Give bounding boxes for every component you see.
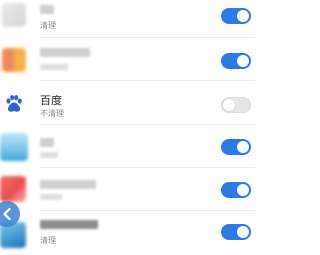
app-status-masked <box>40 194 62 200</box>
app-icon <box>2 48 26 72</box>
app-row: 清理 <box>0 0 255 38</box>
clean-toggle[interactable] <box>221 53 251 69</box>
clean-toggle[interactable] <box>221 182 251 198</box>
app-icon <box>0 133 28 161</box>
app-status: 不清理 <box>40 109 64 118</box>
app-title-masked <box>40 48 90 57</box>
app-icon <box>2 3 26 27</box>
app-title: 百度 <box>40 94 62 107</box>
app-title-masked <box>40 180 96 189</box>
app-status: 清理 <box>40 236 56 245</box>
app-row <box>0 125 255 168</box>
app-cleanup-list: 清理 百度 不清理 清理 <box>0 0 255 255</box>
clean-toggle[interactable] <box>221 139 251 155</box>
clean-toggle[interactable] <box>221 8 251 24</box>
app-row-baidu: 百度 不清理 <box>0 82 255 125</box>
app-status-masked <box>40 152 58 158</box>
app-row: 清理 <box>0 212 255 255</box>
app-title-masked <box>40 220 98 229</box>
app-title-masked <box>40 138 54 147</box>
clean-toggle[interactable] <box>221 224 251 240</box>
baidu-paw-icon <box>2 92 26 116</box>
clean-toggle[interactable] <box>221 97 251 113</box>
app-icon <box>0 176 26 202</box>
app-status-masked <box>40 64 68 70</box>
app-title-masked <box>40 5 54 14</box>
app-status: 清理 <box>40 21 56 30</box>
app-row <box>0 38 255 81</box>
app-row <box>0 168 255 211</box>
